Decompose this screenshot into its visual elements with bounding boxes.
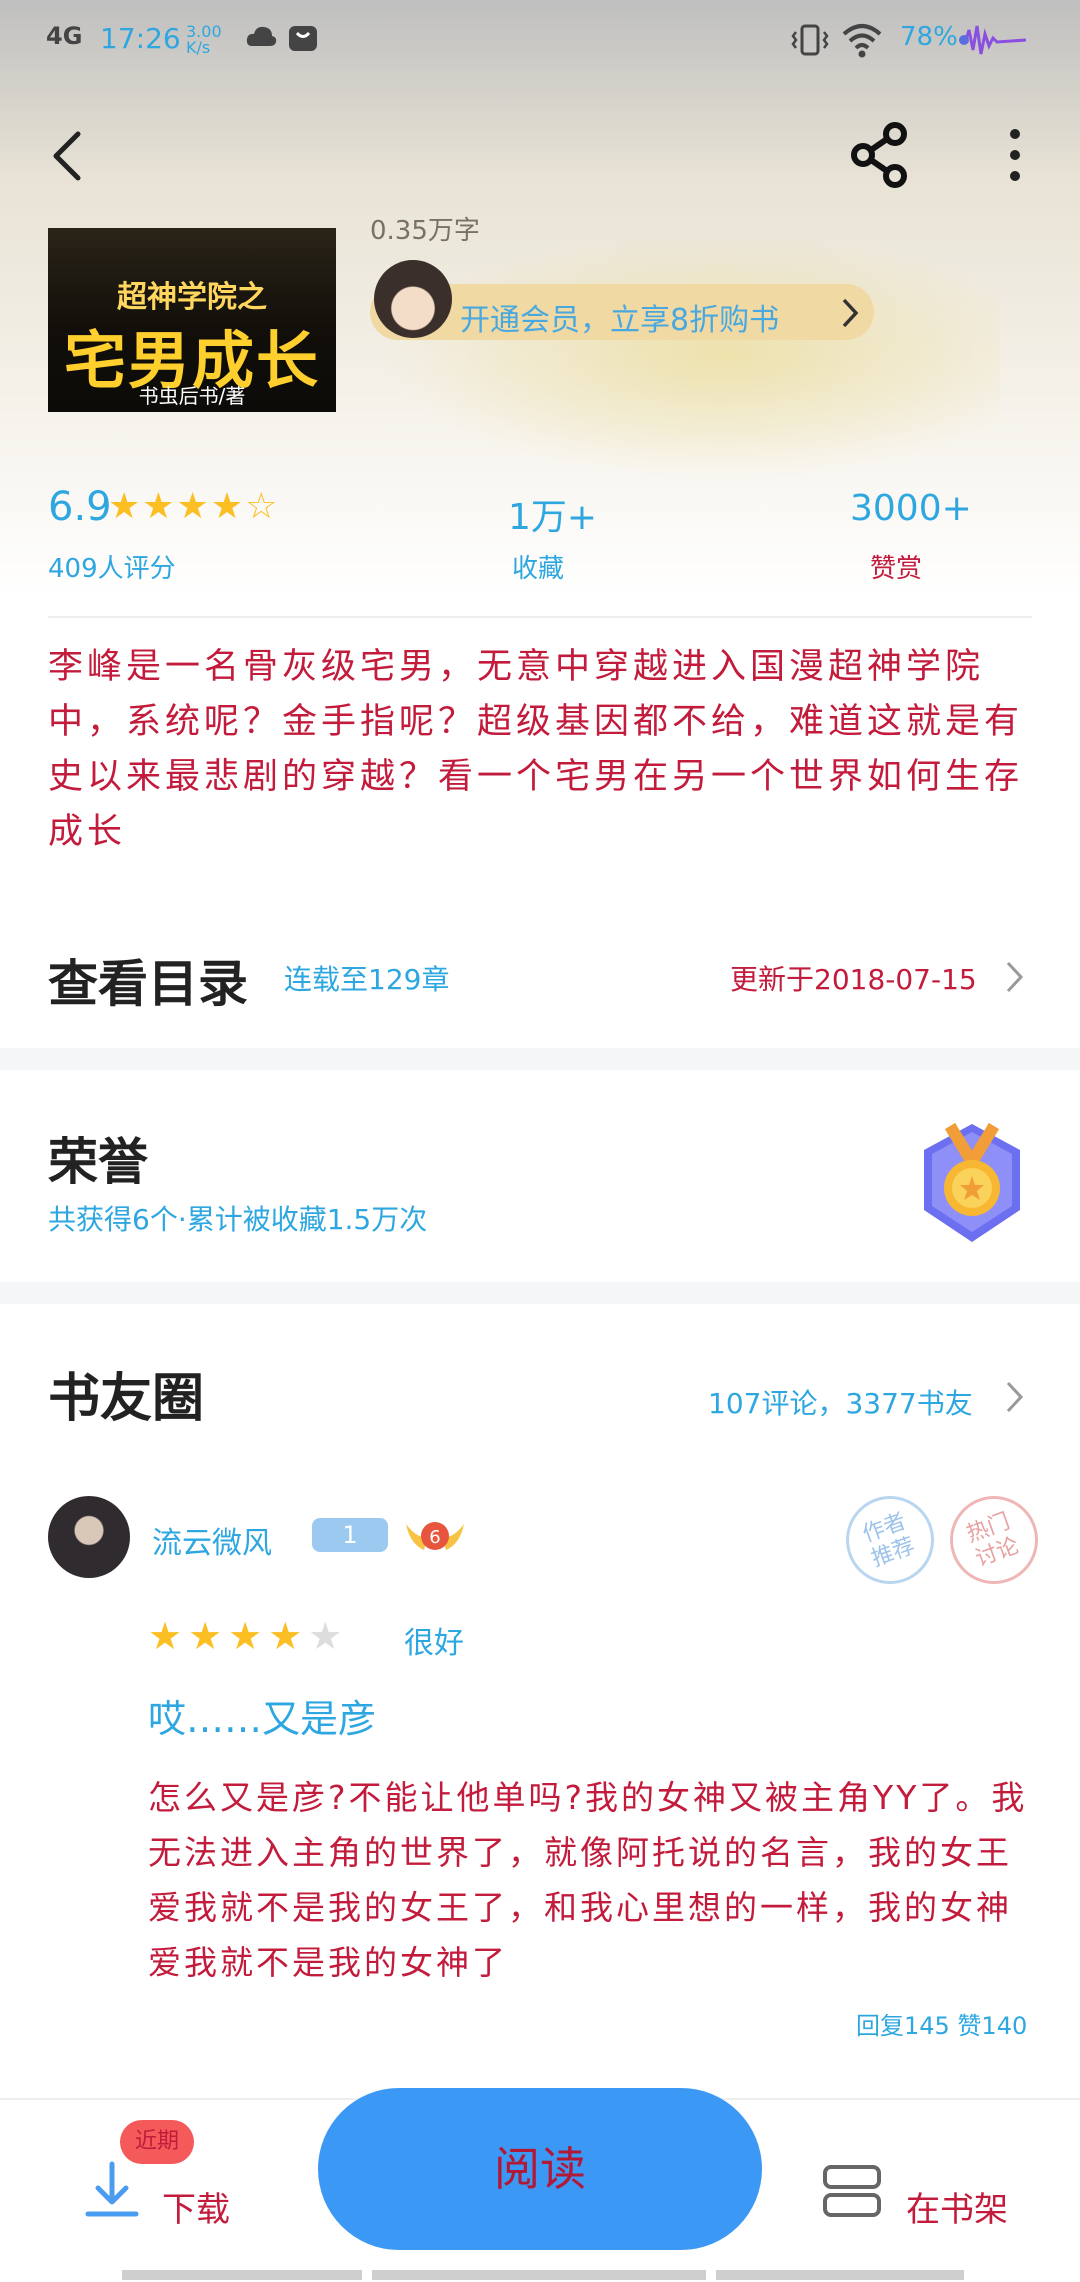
vip-banner-text: 开通会员，立享8折购书: [460, 303, 780, 338]
status-time: 17:26: [100, 22, 181, 55]
battery-level: 78%: [900, 22, 958, 52]
vibrate-icon: [791, 24, 829, 56]
book-cover[interactable]: 超神学院之 宅男成长 书虫后书/著: [48, 228, 336, 412]
honor-title: 荣誉: [48, 1132, 148, 1191]
rating-count-label: 409人评分: [48, 554, 176, 584]
bookshelf-icon: [823, 2165, 881, 2217]
gesture-bar: [122, 2270, 362, 2280]
medal-icon: [924, 1122, 1020, 1242]
chevron-right-icon: [842, 298, 859, 328]
post-rating-stars: ★★★★★: [148, 1614, 349, 1658]
book-synopsis[interactable]: 李峰是一名骨灰级宅男，无意中穿越进入国漫超神学院中，系统呢？金手指呢？超级基因都…: [48, 640, 1032, 860]
bag-icon: [289, 26, 317, 51]
post-reply-like-count[interactable]: 回复145 赞140: [856, 2006, 1027, 2041]
stamp-text: 热门讨论: [963, 1509, 1023, 1573]
bookshelf-label: 在书架: [906, 2190, 1008, 2230]
bottom-action-bar: 下载 近期 阅读 在书架: [0, 2088, 1080, 2282]
user-level-badge: 1: [312, 1518, 388, 1552]
bookshelf-button[interactable]: 在书架: [820, 2144, 1050, 2244]
honor-description: 共获得6个·累计被收藏1.5万次: [48, 1203, 428, 1236]
download-icon: [85, 2161, 139, 2217]
catalog-row[interactable]: 查看目录 连载至129章 更新于2018-07-15: [0, 920, 1080, 1030]
cloud-icon: [246, 26, 277, 46]
post-title[interactable]: 哎……又是彦: [148, 1688, 376, 1743]
rating-score: 6.9: [48, 484, 112, 530]
user-level: 1: [342, 1521, 358, 1549]
hero-blur: [380, 230, 1000, 480]
divider: [48, 616, 1032, 618]
word-count: 0.35万字: [370, 216, 480, 246]
chevron-right-icon[interactable]: [1004, 1380, 1026, 1414]
more-options-icon[interactable]: [990, 120, 1040, 190]
book-circle-title: 书友圈: [48, 1368, 205, 1429]
cover-author: 书虫后书/著: [138, 384, 246, 408]
section-separator: [0, 1048, 1080, 1070]
top-app-bar: [0, 110, 1080, 200]
section-separator: [0, 1282, 1080, 1304]
catalog-serial-status: 连载至129章: [284, 963, 450, 996]
avatar[interactable]: [48, 1496, 130, 1578]
vip-avatar: [374, 260, 452, 338]
fan-level-number: 6: [429, 1527, 440, 1548]
share-icon[interactable]: [845, 120, 915, 190]
stamp-text: 作者推荐: [859, 1509, 919, 1573]
collect-count: 1万+: [508, 497, 598, 538]
author-recommend-stamp: 作者推荐: [846, 1496, 934, 1584]
post-rating-text: 很好: [404, 1626, 464, 1661]
honor-section[interactable]: 荣誉 共获得6个·累计被收藏1.5万次: [0, 1072, 1080, 1282]
battery-wave-icon: [959, 25, 1027, 55]
download-label: 下载: [162, 2190, 230, 2230]
catalog-update-date: 更新于2018-07-15: [730, 963, 977, 996]
status-bar: 4G 17:26 3.00 K/s 78%: [0, 0, 1080, 80]
catalog-title: 查看目录: [48, 954, 248, 1013]
post-body[interactable]: 怎么又是彦?不能让他单吗?我的女神又被主角YY了。我无法进入主角的世界了，就像阿…: [148, 1770, 1034, 1990]
wifi-icon: [842, 24, 882, 58]
gesture-bar: [716, 2270, 964, 2280]
collect-label: 收藏: [512, 554, 565, 584]
back-icon[interactable]: [38, 120, 108, 190]
chevron-right-icon: [1006, 961, 1024, 993]
hot-discussion-stamp: 热门讨论: [950, 1496, 1038, 1584]
book-circle-stats[interactable]: 107评论，3377书友: [708, 1382, 973, 1422]
net-speed: 3.00 K/s: [186, 22, 222, 57]
network-indicator: 4G: [46, 22, 83, 50]
stats-row: 6.9 ★★★★☆ 409人评分 1万+ 收藏 3000+ 赞赏: [0, 484, 1080, 594]
fan-level-badge: 6: [406, 1522, 464, 1550]
like-count: 3000+: [850, 488, 972, 529]
gesture-bar: [372, 2270, 706, 2280]
like-label: 赞赏: [870, 554, 923, 584]
post-username[interactable]: 流云微风: [152, 1518, 272, 1562]
rating-stars: ★★★★☆: [108, 486, 280, 527]
read-button[interactable]: 阅读: [318, 2088, 762, 2250]
recent-tag: 近期: [120, 2120, 194, 2164]
